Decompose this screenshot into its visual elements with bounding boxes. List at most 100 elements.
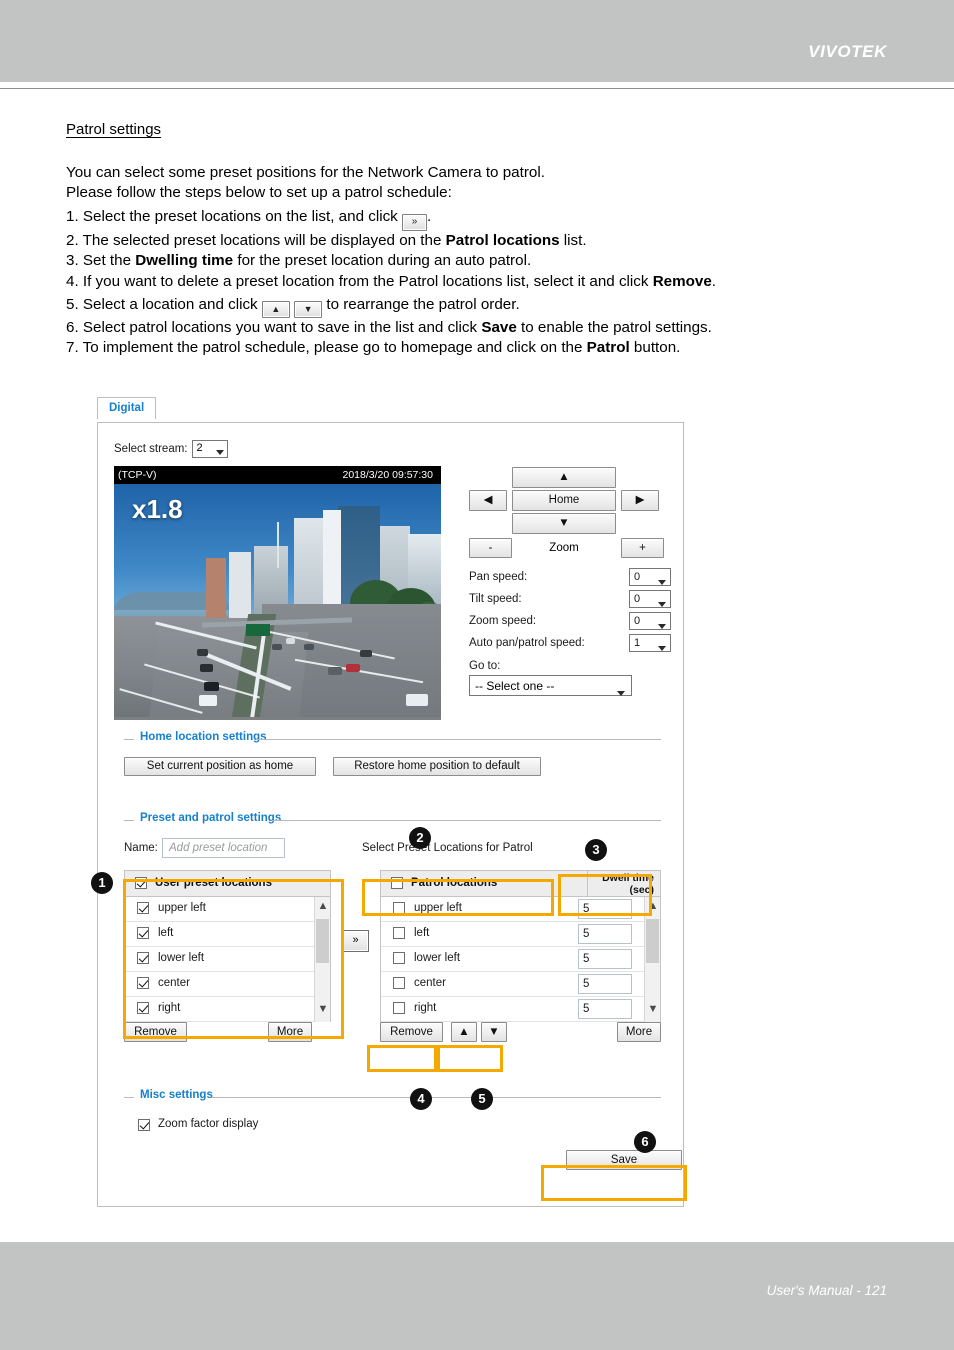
list-item[interactable]: lower left — [125, 947, 330, 972]
row-checkbox[interactable] — [393, 927, 405, 939]
zoom-out-button[interactable]: - — [469, 538, 512, 558]
user-preset-select-all-checkbox[interactable] — [135, 877, 147, 889]
user-preset-rows: upper left left lower left center right — [125, 897, 330, 1022]
vivotek-logo: VIVOTEK — [808, 42, 887, 61]
scrollbar-thumb[interactable] — [316, 919, 329, 963]
scroll-up-icon[interactable]: ▲ — [647, 901, 659, 913]
list-item[interactable]: right 5 — [381, 997, 660, 1022]
tab-digital[interactable]: Digital — [97, 397, 157, 419]
save-row: Save — [124, 1150, 682, 1172]
row-checkbox[interactable] — [393, 977, 405, 989]
row-checkbox[interactable] — [393, 1002, 405, 1014]
pan-up-button[interactable]: ▲ — [512, 467, 616, 488]
header-divider — [0, 88, 954, 89]
step-2: 2. The selected preset locations will be… — [66, 231, 587, 249]
scroll-down-icon[interactable]: ▼ — [317, 1004, 329, 1016]
video-timestamp: 2018/3/20 09:57:30 — [342, 469, 433, 481]
scene-building — [323, 510, 341, 618]
scrollbar-thumb[interactable] — [646, 919, 659, 963]
zoom-in-button[interactable]: + — [621, 538, 664, 558]
scene-vehicle — [328, 667, 342, 675]
zoom-factor-display-label: Zoom factor display — [158, 1118, 259, 1130]
video-preview[interactable]: (TCP-V) 2018/3/20 09:57:30 x1.8 — [114, 466, 441, 720]
scroll-up-icon[interactable]: ▲ — [317, 901, 329, 913]
dwell-time-header: Dwell time (sec) — [602, 872, 654, 896]
list-item[interactable]: right — [125, 997, 330, 1022]
dwell-time-input[interactable]: 5 — [578, 899, 632, 919]
row-checkbox[interactable] — [393, 902, 405, 914]
chevron-down-icon — [658, 640, 666, 657]
tilt-speed-dropdown[interactable]: 0 — [629, 590, 671, 608]
move-up-button[interactable]: ▲ — [451, 1022, 477, 1042]
scene-vehicle — [346, 664, 360, 672]
list-item[interactable]: upper left 5 — [381, 897, 660, 922]
misc-settings-legend-text: Misc settings — [140, 1089, 219, 1101]
row-checkbox[interactable] — [137, 952, 149, 964]
zoom-factor-display-checkbox[interactable] — [138, 1119, 150, 1131]
list-item[interactable]: lower left 5 — [381, 947, 660, 972]
chevron-down-icon — [658, 596, 666, 613]
ptz-row-down: ▼ — [469, 513, 659, 535]
preset-name-input[interactable]: Add preset location — [162, 838, 285, 858]
list-item[interactable]: upper left — [125, 897, 330, 922]
scene-vehicle — [204, 682, 219, 691]
row-checkbox[interactable] — [137, 927, 149, 939]
tabstrip: Digital — [97, 397, 157, 419]
zoom-label: Zoom — [549, 542, 579, 554]
video-frame[interactable]: x1.8 — [114, 484, 441, 717]
more-patrol-button[interactable]: More — [617, 1022, 661, 1042]
row-checkbox[interactable] — [137, 1002, 149, 1014]
row-checkbox[interactable] — [393, 952, 405, 964]
remove-patrol-button[interactable]: Remove — [380, 1022, 443, 1042]
callout-badge-2: 2 — [409, 827, 431, 849]
remove-preset-button[interactable]: Remove — [124, 1022, 187, 1042]
list-item[interactable]: left — [125, 922, 330, 947]
ptz-controls: ▲ ◀ Home ▶ ▼ - Zoom + Pan speed: 0 Tilt … — [469, 467, 671, 696]
intro-line-1: You can select some preset positions for… — [66, 164, 545, 181]
preset-name-label: Name: — [124, 842, 158, 854]
zoom-speed-dropdown[interactable]: 0 — [629, 612, 671, 630]
callout-badge-3: 3 — [585, 839, 607, 861]
page-title: Patrol settings — [66, 121, 162, 138]
more-presets-button[interactable]: More — [268, 1022, 312, 1042]
dwell-time-input[interactable]: 5 — [578, 974, 632, 994]
move-down-button[interactable]: ▼ — [481, 1022, 507, 1042]
ptz-row-up: ▲ — [469, 467, 659, 489]
callout-badge-1: 1 — [91, 872, 113, 894]
pan-speed-dropdown[interactable]: 0 — [629, 568, 671, 586]
user-preset-scrollbar[interactable]: ▲ ▼ — [314, 897, 330, 1022]
set-current-position-as-home-button[interactable]: Set current position as home — [124, 757, 316, 776]
patrol-select-all-checkbox[interactable] — [391, 877, 403, 889]
pan-speed-label: Pan speed: — [469, 571, 528, 583]
save-button[interactable]: Save — [566, 1150, 682, 1170]
select-preset-locations-header: Select Preset Locations for Patrol — [362, 842, 533, 854]
dwell-time-input[interactable]: 5 — [578, 924, 632, 944]
scroll-down-icon[interactable]: ▼ — [647, 1004, 659, 1016]
home-button[interactable]: Home — [512, 490, 616, 511]
zoom-factor-display-row[interactable]: Zoom factor display — [124, 1117, 661, 1135]
select-stream-row: Select stream: 2 — [114, 440, 228, 458]
scene-vehicle — [199, 695, 217, 706]
restore-home-position-button[interactable]: Restore home position to default — [333, 757, 541, 776]
patrol-scrollbar[interactable]: ▲ ▼ — [644, 897, 660, 1022]
select-stream-dropdown[interactable]: 2 — [191, 440, 228, 458]
step-6: 6. Select patrol locations you want to s… — [66, 319, 712, 337]
camera-control-panel: Select stream: 2 (TCP-V) 2018/3/20 09:57:… — [97, 422, 684, 1207]
transfer-to-patrol-button[interactable]: » — [342, 930, 369, 952]
chevron-down-icon — [658, 574, 666, 591]
page-header-band — [0, 0, 954, 82]
zoom-speed-row: Zoom speed: 0 — [469, 612, 671, 634]
patrol-list-header-label: Patrol locations — [411, 877, 498, 889]
dwell-time-input[interactable]: 5 — [578, 999, 632, 1019]
row-checkbox[interactable] — [137, 977, 149, 989]
row-checkbox[interactable] — [137, 902, 149, 914]
list-item[interactable]: left 5 — [381, 922, 660, 947]
pan-down-button[interactable]: ▼ — [512, 513, 616, 534]
dwell-time-input[interactable]: 5 — [578, 949, 632, 969]
auto-pan-speed-dropdown[interactable]: 1 — [629, 634, 671, 652]
goto-dropdown[interactable]: -- Select one -- — [469, 675, 632, 696]
pan-left-button[interactable]: ◀ — [469, 490, 507, 511]
list-item[interactable]: center 5 — [381, 972, 660, 997]
pan-right-button[interactable]: ▶ — [621, 490, 659, 511]
list-item[interactable]: center — [125, 972, 330, 997]
